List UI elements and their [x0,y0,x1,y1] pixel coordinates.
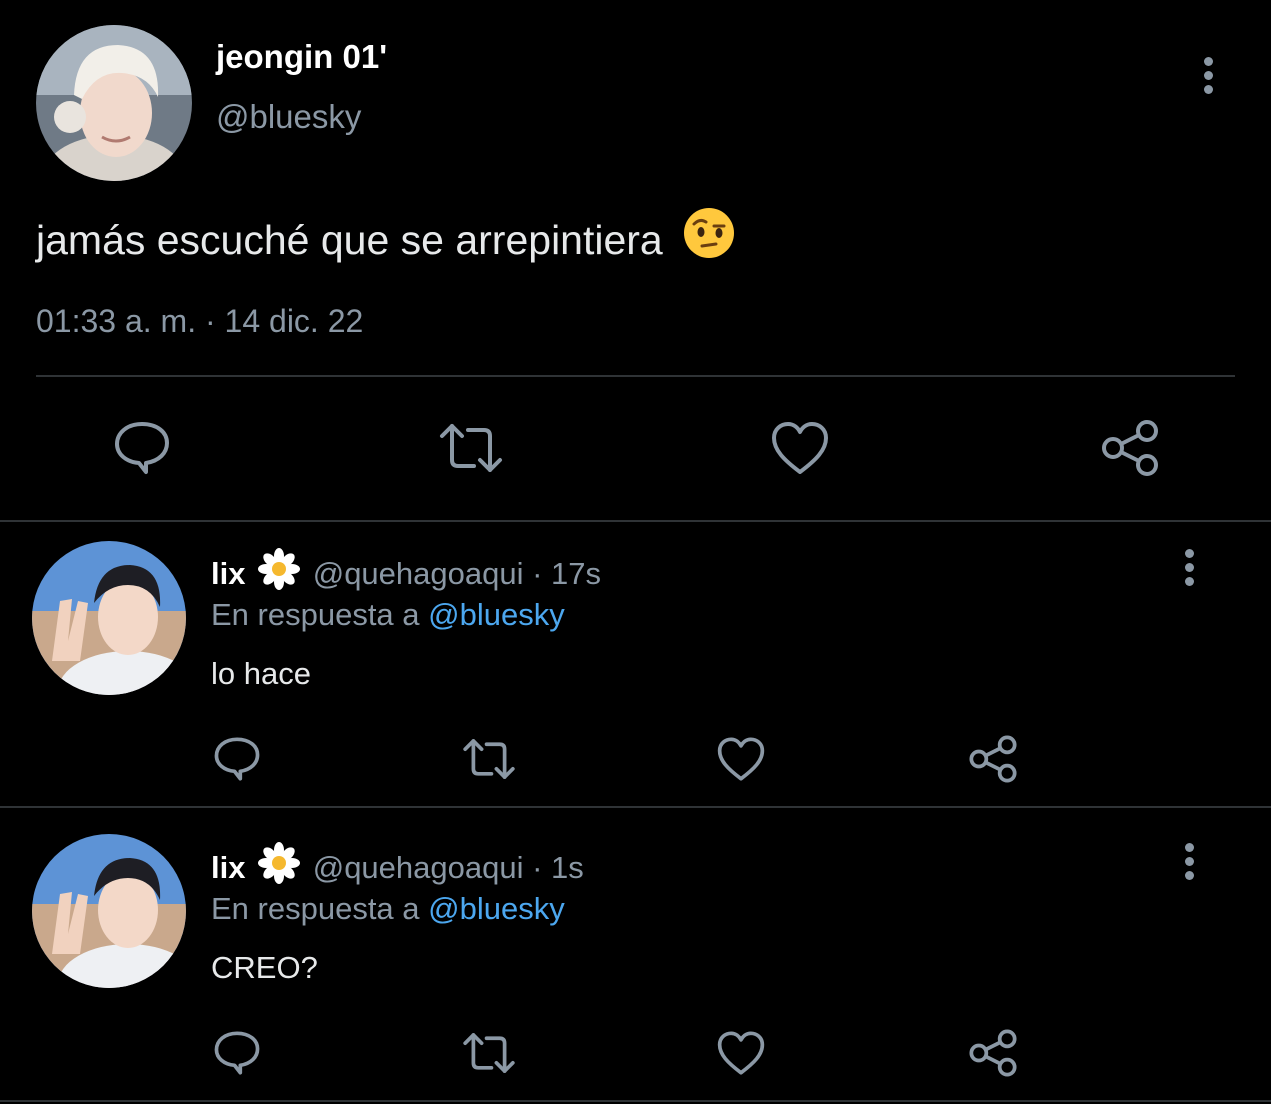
main-tweet-handle[interactable]: @bluesky [216,98,361,136]
reply-1-more-options-icon[interactable] [1183,549,1195,591]
reply-1-like-icon[interactable] [716,736,766,782]
section-divider [0,1100,1271,1102]
reply-2-retweet-icon[interactable] [460,1030,518,1076]
reply-2-header: lix @quehagoaqui · 1s [211,842,584,892]
reply-2-text: CREO? [211,950,318,985]
main-tweet-timestamp: 01:33 a. m. · 14 dic. 22 [36,303,364,339]
reply-1-handle[interactable]: @quehagoaqui [313,556,524,591]
reply-1-reply-context: En respuesta a @bluesky [211,597,565,633]
main-retweet-icon[interactable] [436,420,506,476]
reply-2-like-icon[interactable] [716,1030,766,1076]
section-divider [0,806,1271,808]
reply-1-time: · 17s [532,556,602,591]
main-tweet-more-options-icon[interactable] [1202,57,1214,99]
reply-2-handle[interactable]: @quehagoaqui [313,850,524,885]
reply-1-header: lix @quehagoaqui · 17s [211,548,601,598]
reply-1-retweet-icon[interactable] [460,736,518,782]
reply-2-time: · 1s [532,850,584,885]
main-tweet-text: jamás escuché que se arrepintiera [36,217,663,263]
main-tweet-avatar[interactable] [36,25,192,181]
reply-2-more-options-icon[interactable] [1183,843,1195,885]
reply-1-comment-icon[interactable] [212,736,262,782]
reply-2-reply-prefix: En respuesta a [211,891,420,926]
section-divider [0,520,1271,522]
reply-2-share-icon[interactable] [968,1028,1018,1078]
main-tweet-divider [36,375,1235,377]
reply-1-reply-to-link[interactable]: @bluesky [428,597,565,632]
main-tweet-text-row: jamás escuché que se arrepintiera [36,206,736,270]
reply-2-comment-icon[interactable] [212,1030,262,1076]
main-share-icon[interactable] [1100,418,1160,478]
reply-1-reply-prefix: En respuesta a [211,597,420,632]
reply-2-reply-to-link[interactable]: @bluesky [428,891,565,926]
reply-2-display-name[interactable]: lix [211,850,245,885]
flower-icon [258,548,301,598]
reply-2-reply-context: En respuesta a @bluesky [211,891,565,927]
reply-1-text: lo hace [211,656,311,691]
flower-icon [258,842,301,892]
main-comment-icon[interactable] [112,420,172,476]
reply-1-share-icon[interactable] [968,734,1018,784]
reply-1-avatar[interactable] [32,541,186,695]
main-tweet-display-name[interactable]: jeongin 01' [216,38,387,76]
reply-2-avatar[interactable] [32,834,186,988]
raised-eyebrow-emoji-icon [682,206,736,270]
reply-1-display-name[interactable]: lix [211,556,245,591]
main-like-icon[interactable] [770,420,830,476]
